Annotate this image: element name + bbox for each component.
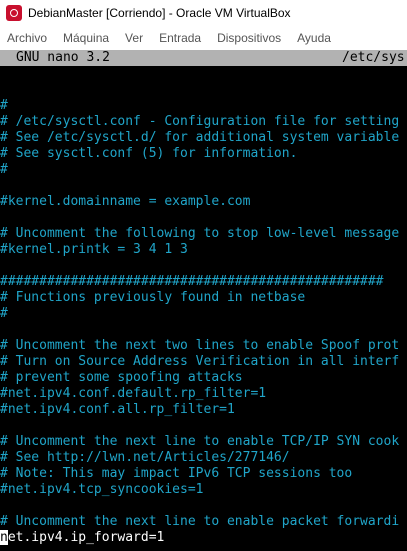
menu-ayuda[interactable]: Ayuda — [289, 31, 339, 45]
menu-maquina[interactable]: Máquina — [55, 31, 117, 45]
cursor-line-text: et.ipv4.ip_forward=1 — [7, 530, 165, 545]
buffer-line: # See sysctl.conf (5) for information. — [0, 146, 298, 161]
buffer-line: # Uncomment the next two lines to enable… — [0, 338, 400, 353]
nano-filename: /etc/sys — [342, 50, 405, 65]
buffer-line: # Uncomment the next line to enable TCP/… — [0, 434, 400, 449]
buffer-line: # See /etc/sysctl.d/ for additional syst… — [0, 130, 400, 145]
cursor-line[interactable]: net.ipv4.ip_forward=1 — [0, 530, 407, 546]
virtualbox-window: DebianMaster [Corriendo] - Oracle VM Vir… — [0, 0, 407, 551]
nano-version: GNU nano 3.2 — [16, 50, 110, 65]
menu-archivo[interactable]: Archivo — [0, 31, 55, 45]
menu-bar: Archivo Máquina Ver Entrada Dispositivos… — [0, 25, 407, 50]
buffer-line: # See http://lwn.net/Articles/277146/ — [0, 450, 290, 465]
title-bar: DebianMaster [Corriendo] - Oracle VM Vir… — [0, 0, 407, 25]
buffer-line: # prevent some spoofing attacks — [0, 370, 243, 385]
buffer-line: #net.ipv4.conf.default.rp_filter=1 — [0, 386, 267, 401]
text-cursor: n — [0, 530, 8, 545]
buffer-line: # Uncomment the next line to enable pack… — [0, 514, 400, 529]
window-title: DebianMaster [Corriendo] - Oracle VM Vir… — [28, 5, 291, 20]
virtualbox-icon — [6, 4, 22, 21]
buffer-line: # Uncomment the following to stop low-le… — [0, 226, 400, 241]
buffer-line — [0, 418, 407, 434]
buffer-line — [0, 82, 407, 98]
buffer-line: # Note: This may impact IPv6 TCP session… — [0, 466, 353, 481]
buffer-line — [0, 322, 407, 338]
buffer-line — [0, 546, 407, 551]
editor-buffer[interactable]: # # /etc/sysctl.conf - Configuration file… — [0, 82, 407, 551]
menu-dispositivos[interactable]: Dispositivos — [209, 31, 289, 45]
terminal-screen[interactable]: GNU nano 3.2 /etc/sys # # /etc/sysctl.con… — [0, 50, 407, 551]
buffer-line: # Functions previously found in netbase — [0, 290, 306, 305]
buffer-line: # — [0, 98, 8, 113]
buffer-line: #net.ipv4.conf.all.rp_filter=1 — [0, 402, 235, 417]
nano-header: GNU nano 3.2 /etc/sys — [0, 50, 407, 66]
buffer-line: # Turn on Source Address Verification in… — [0, 354, 400, 369]
buffer-line: # /etc/sysctl.conf - Configuration file … — [0, 114, 400, 129]
menu-ver[interactable]: Ver — [117, 31, 151, 45]
buffer-line — [0, 498, 407, 514]
buffer-line — [0, 178, 407, 194]
buffer-line — [0, 210, 407, 226]
buffer-line: #net.ipv4.tcp_syncookies=1 — [0, 482, 204, 497]
buffer-line: ########################################… — [0, 274, 384, 289]
menu-entrada[interactable]: Entrada — [151, 31, 209, 45]
buffer-line: # — [0, 162, 8, 177]
buffer-line: #kernel.domainname = example.com — [0, 194, 251, 209]
buffer-line: # — [0, 306, 8, 321]
buffer-line — [0, 258, 407, 274]
buffer-line: #kernel.printk = 3 4 1 3 — [0, 242, 188, 257]
